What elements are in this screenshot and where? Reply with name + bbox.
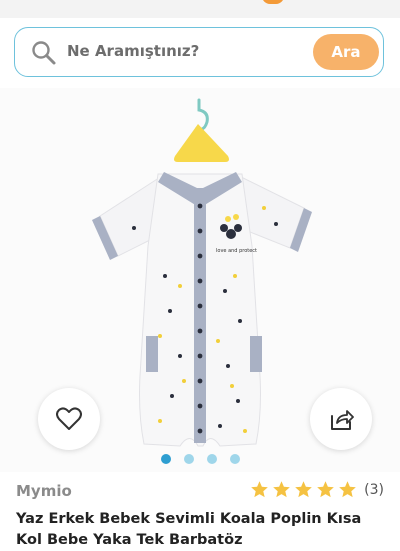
pagination-dot[interactable] (183, 454, 194, 464)
heart-icon (56, 407, 82, 430)
search-icon (32, 41, 56, 65)
star-icon (251, 481, 268, 498)
pagination-dot[interactable] (160, 454, 171, 464)
top-accent (262, 0, 284, 4)
search-bar[interactable]: Ne Aramıştınız? Ara (14, 27, 384, 77)
star-icon (339, 481, 356, 498)
share-button[interactable] (310, 388, 372, 450)
product-title: Yaz Erkek Bebek Sevimli Koala Poplin Kıs… (16, 511, 362, 548)
search-button[interactable]: Ara (313, 34, 379, 70)
share-icon (331, 410, 354, 430)
shirt-print-text: love and protect (216, 248, 257, 254)
pagination-dot[interactable] (206, 454, 217, 464)
rating[interactable]: (3) (250, 480, 384, 499)
brand-name[interactable]: Mymio (16, 482, 72, 500)
review-count[interactable]: (3) (364, 482, 384, 498)
star-icon (295, 481, 312, 498)
search-input[interactable]: Ne Aramıştınız? (67, 42, 199, 60)
favorite-button[interactable] (38, 388, 100, 450)
star-icon (317, 481, 334, 498)
star-icon (273, 481, 290, 498)
product-gallery[interactable]: love and protect (0, 88, 400, 472)
pagination-dot[interactable] (229, 454, 240, 464)
product-image[interactable]: love and protect (60, 96, 340, 466)
top-bar (0, 0, 400, 18)
gallery-pagination[interactable] (0, 454, 400, 464)
